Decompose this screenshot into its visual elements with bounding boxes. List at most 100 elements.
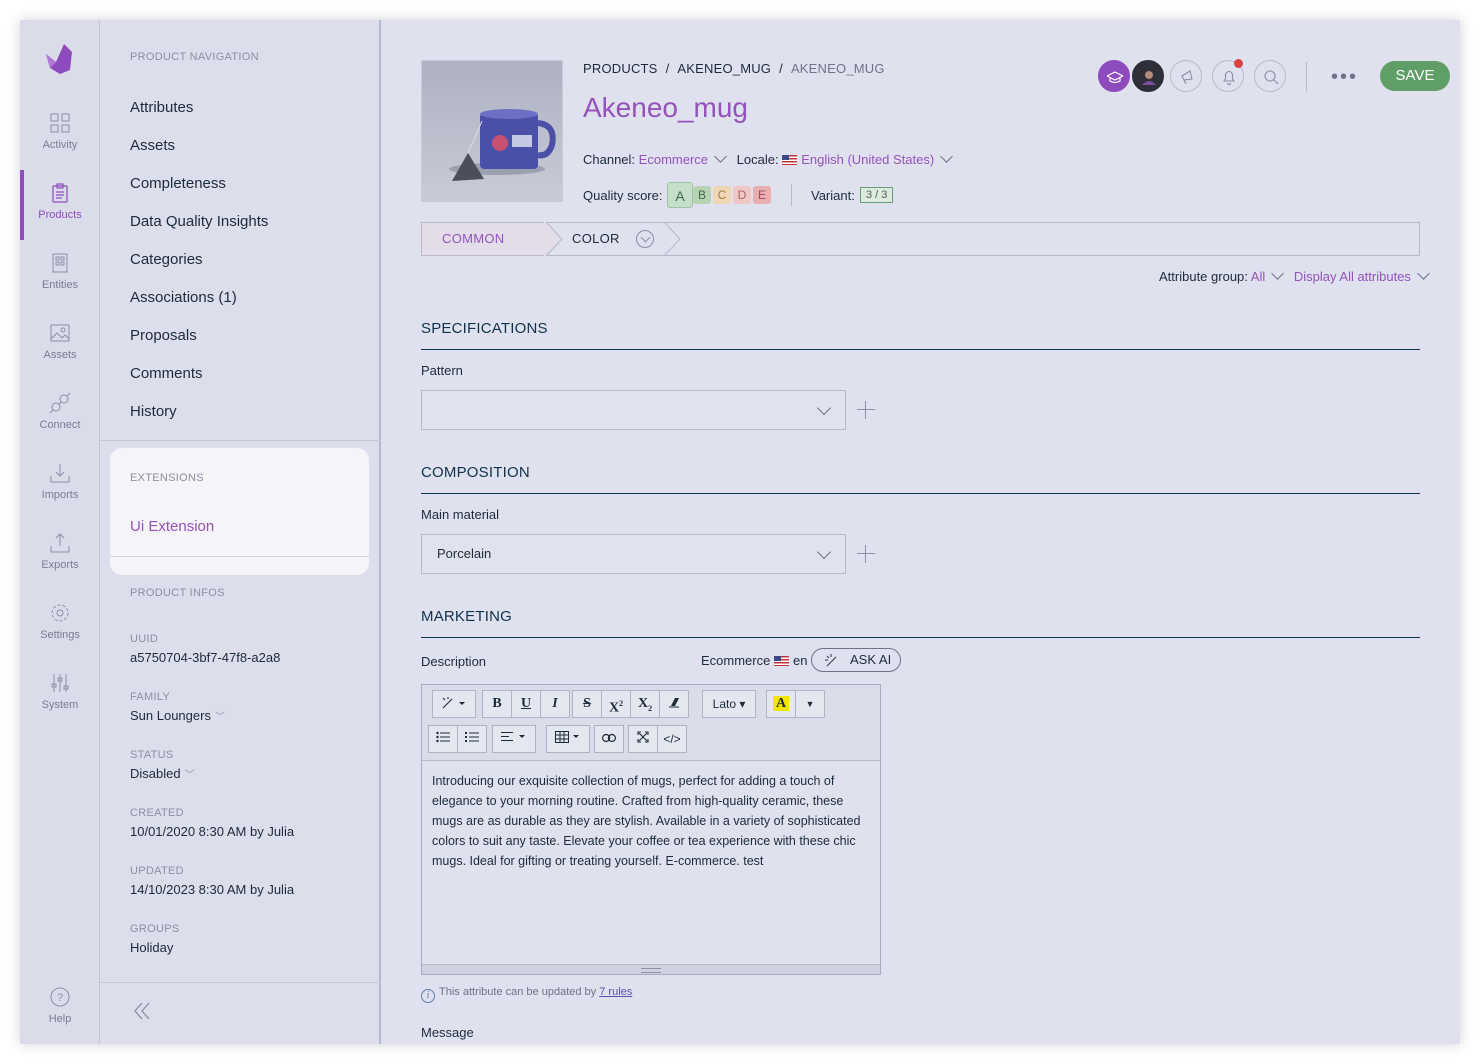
underline-button[interactable]: U: [511, 690, 541, 718]
description-scope: Ecommerce en: [701, 653, 807, 668]
menu-item-assets[interactable]: Assets: [20, 310, 100, 380]
description-editor[interactable]: B U I S X2 X2 Lato ▾ A ▼ </> Introducing…: [421, 684, 881, 975]
align-button[interactable]: [492, 725, 536, 753]
bullet-list-icon: [436, 731, 450, 743]
announcements-button[interactable]: [1170, 60, 1202, 92]
channel-dropdown[interactable]: Ecommerce: [639, 152, 708, 167]
highlight-color-button[interactable]: A: [766, 690, 796, 718]
menu-item-products[interactable]: Products: [20, 170, 100, 240]
add-option-plus-icon[interactable]: [857, 545, 875, 563]
chevron-down-icon: [816, 400, 832, 416]
nav-link-proposals[interactable]: Proposals: [130, 327, 197, 344]
academy-button[interactable]: [1098, 60, 1130, 92]
bold-button[interactable]: B: [482, 690, 512, 718]
link-icon: [602, 733, 617, 743]
italic-button[interactable]: I: [540, 690, 570, 718]
tab-color[interactable]: COLOR: [572, 223, 620, 255]
quality-score-label: Quality score:: [583, 188, 663, 203]
nav-link-comments[interactable]: Comments: [130, 365, 203, 382]
color-dropdown-button[interactable]: ▼: [795, 690, 825, 718]
table-button[interactable]: [546, 725, 590, 753]
more-options-button[interactable]: •••: [1331, 66, 1358, 89]
chevron-down-icon: [1271, 267, 1285, 280]
product-edit-form: PRODUCTS / AKENEO_MUG / AKENEO_MUG Akeneo_mu…: [381, 20, 1460, 1044]
tab-arrow-separator-icon: [544, 222, 563, 256]
fullscreen-button[interactable]: [628, 725, 658, 753]
clipboard-icon: [52, 183, 68, 203]
eraser-icon: [669, 698, 679, 708]
grade-b-badge: B: [693, 186, 711, 204]
menu-item-imports[interactable]: Imports: [20, 450, 100, 520]
attribute-group-label: Attribute group:: [1159, 269, 1248, 284]
nav-link-data-quality-insights[interactable]: Data Quality Insights: [130, 213, 268, 230]
variant-badge[interactable]: 3 / 3: [860, 187, 894, 203]
status-label: STATUS: [130, 749, 174, 761]
attribute-group-dropdown[interactable]: All: [1251, 269, 1265, 284]
main-material-select[interactable]: Porcelain: [421, 534, 846, 574]
chevron-down-icon: [1417, 267, 1430, 280]
ask-ai-button[interactable]: ASK AI: [811, 648, 901, 672]
breadcrumb-products[interactable]: PRODUCTS: [583, 61, 658, 76]
attribute-filters: Attribute group: All Display All attribu…: [1159, 267, 1436, 284]
bell-icon: [1222, 70, 1236, 85]
numbered-list-button[interactable]: [457, 725, 487, 753]
menu-item-system[interactable]: System: [20, 660, 100, 730]
plug-icon: [49, 392, 71, 414]
subscript-button[interactable]: X2: [630, 690, 660, 718]
menu-item-help[interactable]: ? Help: [20, 974, 100, 1044]
magic-style-button[interactable]: [432, 690, 476, 718]
nav-link-completeness[interactable]: Completeness: [130, 175, 226, 192]
avatar[interactable]: [1132, 60, 1164, 92]
grade-a-badge[interactable]: A: [667, 182, 693, 208]
collapse-panel-icon[interactable]: [132, 1000, 154, 1022]
nav-link-assets[interactable]: Assets: [130, 137, 175, 154]
updated-value: 14/10/2023 8:30 AM by Julia: [130, 882, 295, 897]
status-dropdown[interactable]: Disabled ﹀: [130, 766, 195, 781]
search-button[interactable]: [1254, 60, 1286, 92]
bullet-list-button[interactable]: [428, 725, 458, 753]
add-option-plus-icon[interactable]: [857, 401, 875, 419]
display-attributes-dropdown[interactable]: Display All attributes: [1294, 269, 1411, 284]
family-dropdown[interactable]: Sun Loungers ﹀: [130, 708, 225, 723]
nav-link-categories[interactable]: Categories: [130, 251, 203, 268]
description-text[interactable]: Introducing our exquisite collection of …: [432, 771, 872, 871]
us-flag-icon: [773, 656, 789, 666]
strikethrough-button[interactable]: S: [572, 690, 602, 718]
image-icon: [50, 324, 70, 342]
chevron-down-icon[interactable]: [636, 230, 654, 248]
product-image[interactable]: [421, 60, 563, 202]
divider: [421, 349, 1420, 350]
superscript-button[interactable]: X2: [601, 690, 631, 718]
menu-item-connect[interactable]: Connect: [20, 380, 100, 450]
numbered-list-icon: [465, 732, 479, 742]
rules-link[interactable]: 7 rules: [599, 986, 632, 998]
font-family-select[interactable]: Lato ▾: [702, 690, 756, 718]
code-view-button[interactable]: </>: [657, 725, 687, 753]
breadcrumb-product-model[interactable]: AKENEO_MUG: [677, 61, 771, 76]
locale-label: Locale:: [736, 152, 779, 167]
notifications-button[interactable]: [1212, 59, 1244, 92]
save-button[interactable]: SAVE: [1380, 61, 1450, 91]
clear-format-button[interactable]: [659, 690, 689, 718]
family-label: FAMILY: [130, 691, 171, 703]
groups-value: Holiday: [130, 940, 174, 955]
locale-dropdown[interactable]: English (United States): [801, 152, 934, 167]
link-button[interactable]: [594, 725, 624, 753]
menu-item-settings[interactable]: Settings: [20, 590, 100, 660]
menu-item-activity[interactable]: Activity: [20, 100, 100, 170]
pattern-select[interactable]: [421, 390, 846, 430]
nav-link-attributes[interactable]: Attributes: [130, 99, 193, 116]
ui-extension-link[interactable]: Ui Extension: [130, 518, 214, 535]
align-left-icon: [501, 732, 525, 741]
tab-common[interactable]: COMMON: [422, 223, 546, 255]
akeneo-logo-icon[interactable]: [42, 40, 78, 76]
nav-link-associations[interactable]: Associations (1): [130, 289, 237, 306]
menu-item-exports[interactable]: Exports: [20, 520, 100, 590]
menu-label: Imports: [41, 489, 79, 501]
menu-item-entities[interactable]: Entities: [20, 240, 100, 310]
nav-link-history[interactable]: History: [130, 403, 177, 420]
editor-resize-handle[interactable]: [422, 964, 880, 974]
divider: [110, 556, 369, 557]
variant-label: Variant:: [811, 188, 855, 203]
magic-wand-icon: [442, 697, 465, 709]
